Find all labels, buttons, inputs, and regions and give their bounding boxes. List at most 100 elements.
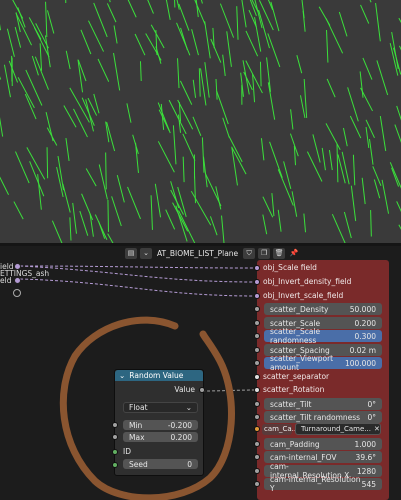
grass-strand: [65, 137, 70, 162]
input-value: 0.02 m: [349, 345, 376, 355]
cam-object-socket[interactable]: [254, 426, 260, 432]
input-socket[interactable]: [254, 468, 260, 474]
close-icon[interactable]: ✕: [374, 425, 380, 433]
grass-strand: [8, 60, 19, 83]
grass-strand: [222, 54, 226, 76]
grass-strand: [31, 55, 39, 76]
input-label: obj_Scale field: [263, 263, 317, 272]
trash-icon[interactable]: 🗑: [273, 247, 286, 259]
input-socket[interactable]: [254, 441, 260, 447]
random-value-title: Random Value: [129, 371, 184, 380]
grass-strand: [127, 186, 141, 220]
input-label: obj_Invert_scale_field: [263, 291, 344, 300]
grass-strand: [262, 196, 274, 218]
viewport-3d[interactable]: [0, 0, 401, 243]
grass-strand: [258, 9, 270, 49]
left-node-socket[interactable]: [13, 289, 21, 297]
node-editor-header: ▤ ⌄ AT_BIOME_LIST_Plane ⛉ ❐ 🗑 📌: [125, 246, 300, 260]
data-type-select[interactable]: Float ⌄: [123, 402, 198, 413]
grass-strand: [226, 31, 232, 67]
left-node-label: eld: [0, 276, 12, 285]
grass-strand: [85, 168, 97, 187]
grass-strand: [73, 108, 88, 138]
grass-strand: [360, 87, 373, 112]
grass-strand: [375, 2, 381, 42]
camera-object-selector[interactable]: Turnaround_Came... ✕: [295, 423, 381, 435]
grass-strand: [352, 154, 356, 186]
grass-strand: [215, 78, 218, 100]
object-icon[interactable]: ▤: [125, 247, 137, 259]
grass-strand: [134, 33, 146, 56]
random-value-output-socket[interactable]: [199, 387, 205, 393]
input-label: scatter_separator: [263, 372, 330, 381]
link-random-rotation: [201, 389, 257, 392]
input-socket[interactable]: [254, 360, 260, 366]
input-value-field[interactable]: scatter_Scale randomness 0.300: [264, 327, 382, 345]
grass-strand: [361, 177, 366, 205]
input-socket[interactable]: [254, 347, 260, 353]
node-editor[interactable]: ▤ ⌄ AT_BIOME_LIST_Plane ⛉ ❐ 🗑 📌 ield ETT…: [0, 246, 401, 500]
input-socket[interactable]: [254, 414, 260, 420]
grass-strand: [303, 213, 307, 233]
pin-icon[interactable]: 📌: [288, 248, 300, 259]
input-value: 50.000: [349, 304, 376, 314]
grass-strand: [254, 17, 262, 52]
grass-strand: [26, 147, 46, 180]
input-value-field[interactable]: scatter_Tilt randomness 0°: [264, 411, 382, 423]
cam-object-row: cam_Ca... Turnaround_Came... ✕: [262, 423, 381, 435]
min-field[interactable]: Min -0.200: [123, 420, 198, 430]
grass-strand: [221, 215, 225, 243]
input-value-field[interactable]: cam_Padding 1.000: [264, 438, 382, 450]
grass-strand: [80, 29, 92, 55]
input-value-field[interactable]: scatter_Density 50.000: [264, 303, 382, 315]
chevron-down-icon[interactable]: ⌄: [119, 371, 125, 380]
grass-strand: [370, 210, 372, 237]
max-field[interactable]: Max 0.200: [123, 432, 198, 442]
grass-strand: [192, 79, 197, 98]
seed-socket[interactable]: [112, 462, 118, 468]
max-socket[interactable]: [112, 434, 118, 440]
object-name[interactable]: AT_BIOME_LIST_Plane: [155, 249, 240, 258]
grass-strand: [267, 33, 281, 68]
input-socket[interactable]: [254, 481, 260, 487]
grass-strand: [174, 0, 176, 8]
input-value: 0°: [367, 412, 376, 422]
chevron-down-icon[interactable]: ⌄: [140, 247, 152, 259]
grass-scatter-preview: [0, 0, 401, 243]
grass-strand: [179, 80, 193, 105]
grass-strand: [105, 152, 107, 190]
input-value-field[interactable]: scatter_Tilt 0°: [264, 398, 382, 410]
grass-strand: [147, 0, 154, 14]
link-invert-density: [19, 265, 257, 283]
input-socket[interactable]: [254, 374, 260, 380]
min-socket[interactable]: [112, 422, 118, 428]
shield-icon[interactable]: ⛉: [243, 247, 256, 259]
camera-object-name: Turnaround_Came...: [301, 425, 371, 433]
copy-icon[interactable]: ❐: [258, 247, 271, 259]
input-socket[interactable]: [254, 279, 260, 285]
input-label: obj_Invert_density_field: [263, 277, 352, 286]
grass-strand: [204, 62, 210, 98]
left-node-socket[interactable]: [14, 277, 21, 284]
input-socket[interactable]: [254, 265, 260, 271]
input-socket[interactable]: [254, 401, 260, 407]
input-socket[interactable]: [254, 454, 260, 460]
input-socket[interactable]: [254, 387, 260, 393]
grass-strand: [81, 193, 94, 221]
random-value-node[interactable]: ⌄ Random Value Value Float ⌄ Min -0.200 …: [112, 369, 205, 476]
grass-strand: [326, 29, 329, 63]
input-socket[interactable]: [254, 333, 260, 339]
seed-field[interactable]: Seed 0: [123, 459, 198, 469]
input-value-field[interactable]: cam-internal_Resolution Y 545: [264, 475, 382, 493]
input-socket[interactable]: [254, 306, 260, 312]
grass-strand: [168, 99, 187, 135]
input-value-field[interactable]: scatter_Viewport amount 100.000: [264, 354, 382, 372]
grass-strand: [97, 58, 110, 82]
input-socket[interactable]: [254, 293, 260, 299]
input-socket[interactable]: [254, 320, 260, 326]
id-socket[interactable]: [112, 449, 118, 455]
max-value: 0.200: [170, 432, 192, 442]
grass-strand: [325, 18, 344, 54]
random-value-header[interactable]: ⌄ Random Value: [115, 370, 203, 381]
grass-strand: [180, 27, 188, 50]
